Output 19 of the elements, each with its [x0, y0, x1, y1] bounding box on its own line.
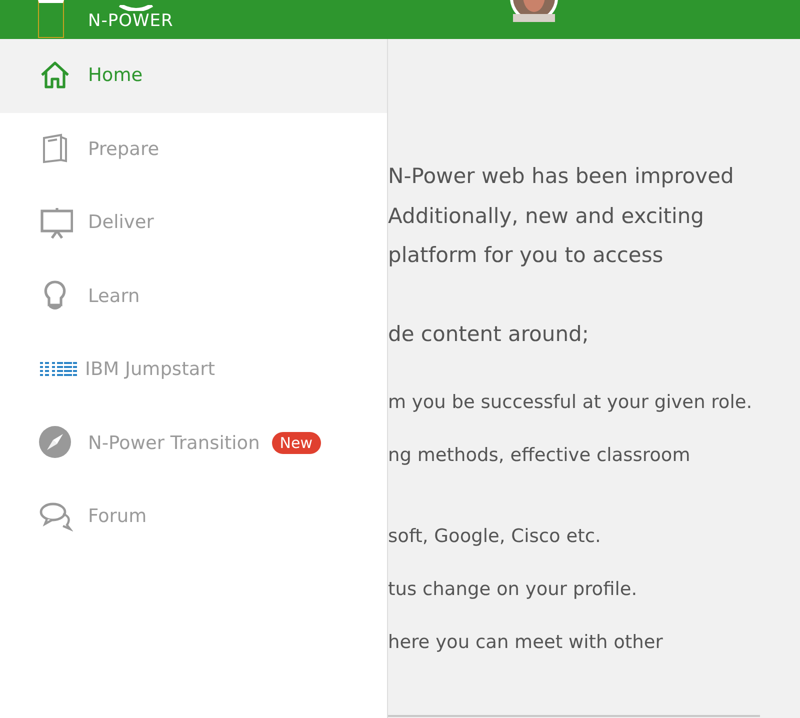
- paragraph: tus change on your profile.: [388, 578, 638, 602]
- nav-item[interactable]: Learn: [0, 260, 387, 333]
- nav-item[interactable]: N-Power Transition New: [0, 406, 387, 480]
- paragraph: N-Power web has been improved Additionally, new and exciting platform for you to access: [388, 163, 735, 269]
- paragraph: m you be successful at your given role.: [388, 391, 754, 415]
- paragraph: ng methods, effective classroom: [388, 444, 692, 468]
- paragraph: here you can meet with other: [388, 631, 664, 655]
- nav-item[interactable]: Prepare: [0, 112, 387, 186]
- paragraph: de content around;: [388, 320, 590, 348]
- compass-icon: [39, 426, 73, 460]
- easel-icon: [39, 206, 73, 240]
- paragraph: soft, Google, Cisco etc.: [388, 525, 602, 549]
- nav-item[interactable]: Deliver: [0, 186, 387, 260]
- logo: N-POWER: [88, 10, 174, 30]
- nav-item[interactable]: Home: [0, 39, 387, 112]
- nav-item[interactable]: Forum: [0, 480, 387, 554]
- logo-icon: [118, 4, 154, 10]
- new-badge: New: [272, 432, 321, 454]
- nav-item[interactable]: IBM Jumpstart: [0, 333, 387, 406]
